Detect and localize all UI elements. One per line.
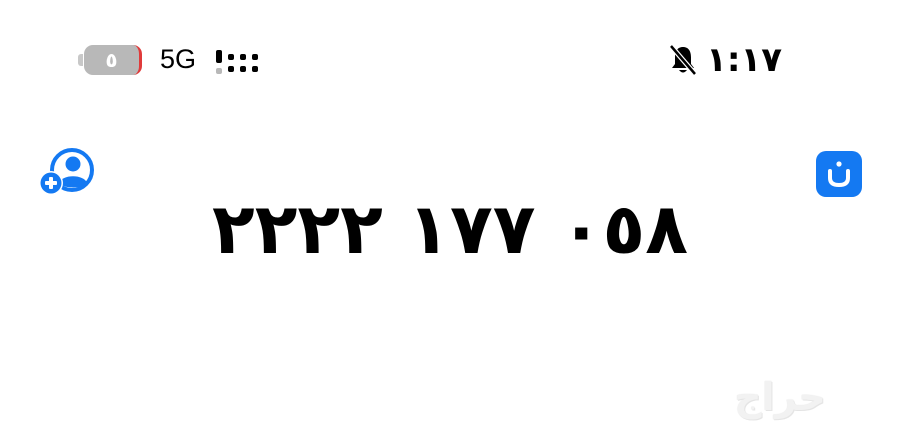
phone-number[interactable]: ٠٥٨ ١٧٧ ٢٢٢٢: [0, 188, 900, 270]
battery-nub: [78, 54, 83, 66]
battery-level: ٥: [105, 48, 118, 72]
signal-icon: [216, 50, 258, 74]
clock: ١:١٧: [706, 40, 782, 80]
time-group: ١:١٧: [668, 40, 782, 80]
battery-icon: ٥: [84, 45, 142, 75]
network-type: 5G: [160, 44, 197, 74]
status-bar: ٥ 5G ١:١٧: [0, 0, 900, 110]
haraj-watermark: حراج: [734, 375, 826, 419]
bell-muted-icon: [669, 44, 698, 76]
